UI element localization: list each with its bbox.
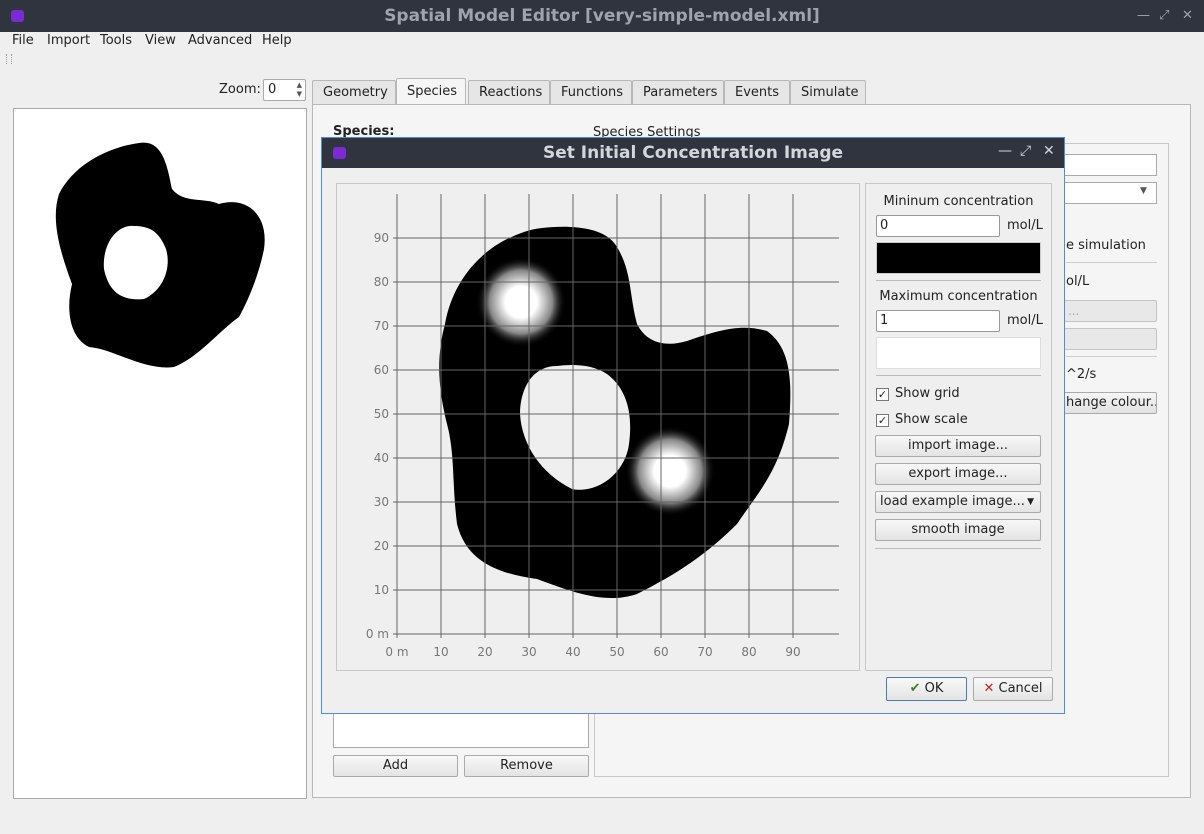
y-tick-label: 90	[374, 231, 389, 245]
tab-events[interactable]: Events	[724, 80, 790, 104]
dialog-title: Set Initial Concentration Image	[542, 143, 844, 163]
minimize-icon[interactable]: —	[998, 143, 1012, 159]
tab-simulate[interactable]: Simulate	[790, 80, 866, 104]
menu-import[interactable]: Import	[47, 33, 90, 48]
divider	[1066, 356, 1157, 357]
menu-file[interactable]: File	[12, 33, 34, 48]
change-colour-button[interactable]: hange colour...	[1063, 392, 1157, 414]
x-tick-label: 10	[433, 645, 448, 659]
max-concentration-label: Maximum concentration	[879, 289, 1038, 304]
min-concentration-label: Mininum concentration	[883, 194, 1034, 209]
min-colour-swatch[interactable]	[876, 242, 1041, 274]
set-initial-concentration-dialog: Set Initial Concentration Image — ⤢ ✕ 0 …	[321, 137, 1065, 714]
remove-species-button[interactable]: Remove	[464, 755, 589, 777]
tab-functions[interactable]: Functions	[550, 80, 632, 104]
constant-simulation-label: e simulation	[1066, 238, 1146, 253]
load-example-image-combo[interactable]: load example image... ▼	[875, 491, 1041, 513]
x-tick-label: 80	[741, 645, 756, 659]
max-unit-label: mol/L	[1007, 313, 1043, 328]
cancel-x-icon: ✕	[983, 681, 995, 696]
ok-label: OK	[924, 681, 944, 696]
minimize-icon[interactable]: —	[1137, 8, 1150, 23]
geometry-shape-image	[55, 142, 265, 368]
divider	[876, 375, 1041, 376]
zoom-value: 0	[268, 82, 277, 97]
x-tick-label: 20	[477, 645, 492, 659]
export-image-button[interactable]: export image...	[875, 463, 1041, 485]
ok-check-icon: ✔	[909, 681, 921, 696]
y-tick-label: 60	[374, 363, 389, 377]
max-colour-swatch[interactable]	[876, 337, 1041, 369]
menu-advanced[interactable]: Advanced	[188, 33, 252, 48]
x-tick-label: 0 m	[385, 645, 408, 659]
maximize-icon[interactable]: ⤢	[1020, 143, 1031, 159]
y-tick-label: 50	[374, 407, 389, 421]
x-tick-label: 50	[609, 645, 624, 659]
diffusion-unit-label: ^2/s	[1066, 367, 1097, 382]
tab-reactions[interactable]: Reactions	[468, 80, 550, 104]
tab-geometry[interactable]: Geometry	[312, 80, 396, 104]
geometry-preview-panel[interactable]	[13, 108, 307, 799]
x-tick-label: 70	[697, 645, 712, 659]
close-icon[interactable]: ✕	[1043, 143, 1055, 159]
show-grid-label[interactable]: Show grid	[895, 386, 960, 401]
cancel-label: Cancel	[998, 681, 1043, 696]
maximize-icon[interactable]: ⤢	[1159, 8, 1169, 23]
show-scale-label[interactable]: Show scale	[895, 412, 968, 427]
menu-bar	[0, 32, 1204, 52]
show-grid-checkbox[interactable]: ✓	[876, 388, 889, 401]
species-list[interactable]	[333, 712, 589, 748]
window-title: Spatial Model Editor [very-simple-model.…	[384, 6, 820, 26]
concentration-image-canvas: 0 m 0 m 10 10 20 20 30 30 40 40 50 50 60 60 70 70 80 80 90…	[366, 194, 839, 659]
y-tick-label: 70	[374, 319, 389, 333]
close-icon[interactable]: ✕	[1182, 8, 1193, 23]
tab-species[interactable]: Species	[396, 78, 466, 105]
image-options-panel: Mininum concentration 0 mol/L Maximum co…	[865, 183, 1052, 671]
x-tick-label: 40	[565, 645, 580, 659]
concentration-unit-label: ol/L	[1066, 274, 1090, 289]
load-example-label: load example image...	[880, 494, 1025, 509]
y-tick-label: 20	[374, 539, 389, 553]
divider	[875, 548, 1041, 549]
add-species-button[interactable]: Add	[333, 755, 458, 777]
tab-parameters[interactable]: Parameters	[632, 80, 724, 104]
min-unit-label: mol/L	[1007, 218, 1043, 233]
divider	[876, 280, 1041, 281]
y-tick-label: 0 m	[366, 627, 389, 641]
show-scale-checkbox[interactable]: ✓	[876, 414, 889, 427]
y-tick-label: 40	[374, 451, 389, 465]
zoom-label: Zoom:	[219, 82, 261, 97]
menu-tools[interactable]: Tools	[100, 33, 132, 48]
divider	[1066, 262, 1157, 263]
edit-image-button[interactable]: ...	[1063, 300, 1157, 322]
species-name-field[interactable]	[1063, 154, 1157, 176]
chevron-down-icon: ▼	[1027, 497, 1034, 507]
smooth-image-button[interactable]: smooth image	[875, 519, 1041, 541]
toolbar-handle[interactable]	[6, 54, 12, 64]
import-image-button[interactable]: import image...	[875, 435, 1041, 457]
y-tick-label: 30	[374, 495, 389, 509]
x-tick-label: 30	[521, 645, 536, 659]
cancel-button[interactable]: ✕ Cancel	[973, 677, 1053, 701]
min-concentration-input[interactable]: 0	[876, 215, 1000, 237]
menu-view[interactable]: View	[145, 33, 176, 48]
chevron-down-icon: ▼	[1140, 186, 1147, 196]
menu-help[interactable]: Help	[262, 33, 292, 48]
ok-button[interactable]: ✔ OK	[886, 677, 967, 701]
edit-analytic-button[interactable]	[1063, 328, 1157, 350]
spin-down-icon[interactable]: ▼	[297, 90, 302, 98]
x-tick-label: 60	[653, 645, 668, 659]
concentration-image-view[interactable]: 0 m 0 m 10 10 20 20 30 30 40 40 50 50 60 60 70 70 80 80 90…	[336, 183, 860, 671]
y-tick-label: 80	[374, 275, 389, 289]
y-tick-label: 10	[374, 583, 389, 597]
max-concentration-input[interactable]: 1	[876, 310, 1000, 332]
x-tick-label: 90	[785, 645, 800, 659]
spin-up-icon[interactable]: ▲	[297, 81, 302, 89]
